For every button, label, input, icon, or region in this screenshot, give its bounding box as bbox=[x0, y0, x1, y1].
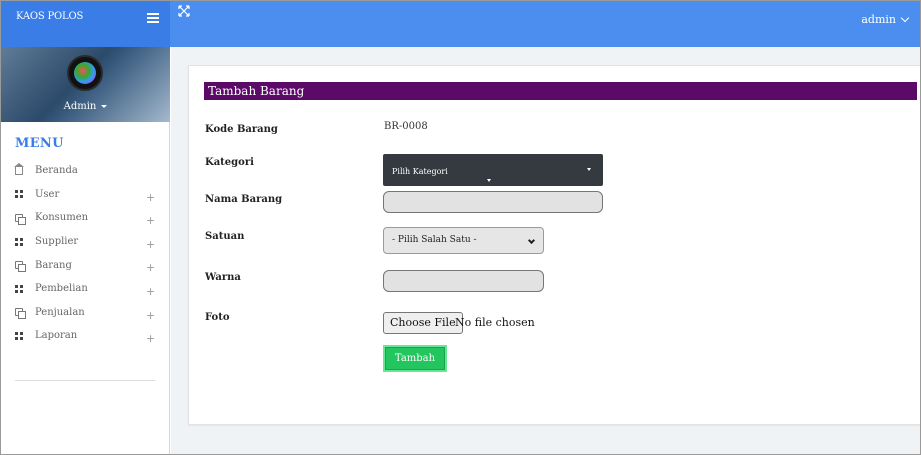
sidebar-nav: Beranda User + Konsumen + Supplier + Bar… bbox=[1, 159, 170, 348]
form-card: Tambah Barang Kode Barang BR-0008 Katego… bbox=[188, 65, 920, 425]
kode-barang-label: Kode Barang bbox=[205, 124, 278, 135]
sidebar-item-label: Laporan bbox=[35, 330, 78, 342]
expand-plus-icon: + bbox=[146, 214, 156, 228]
sidebar-item-beranda[interactable]: Beranda bbox=[1, 159, 170, 183]
grid-icon bbox=[15, 284, 23, 293]
caret-down-icon bbox=[587, 168, 591, 171]
sidebar: Admin MENU Beranda User + Konsumen + Sup… bbox=[1, 47, 170, 454]
sidebar-item-konsumen[interactable]: Konsumen + bbox=[1, 206, 170, 230]
expand-plus-icon: + bbox=[146, 237, 156, 251]
grid-icon bbox=[15, 237, 23, 246]
avatar bbox=[67, 55, 103, 91]
top-navbar: KAOS POLOS admin bbox=[1, 1, 920, 47]
expand-plus-icon: + bbox=[146, 284, 156, 298]
profile-name: Admin bbox=[63, 101, 97, 112]
file-status-text: No file chosen bbox=[455, 316, 535, 329]
warna-label: Warna bbox=[205, 272, 241, 283]
sidebar-item-supplier[interactable]: Supplier + bbox=[1, 230, 170, 254]
expand-plus-icon: + bbox=[146, 190, 156, 204]
menu-heading: MENU bbox=[15, 136, 64, 151]
chevron-down-icon bbox=[900, 13, 910, 23]
kategori-select[interactable]: Pilih Kategori bbox=[383, 154, 603, 186]
grid-icon bbox=[15, 190, 23, 199]
satuan-select[interactable]: - Pilih Salah Satu - bbox=[383, 227, 544, 254]
choose-file-button[interactable]: Choose File bbox=[383, 312, 463, 334]
expand-plus-icon: + bbox=[146, 261, 156, 275]
sidebar-item-laporan[interactable]: Laporan + bbox=[1, 324, 170, 348]
sidebar-item-pembelian[interactable]: Pembelian + bbox=[1, 277, 170, 301]
brand-logo-text[interactable]: KAOS POLOS bbox=[16, 11, 83, 22]
sidebar-item-label: Pembelian bbox=[35, 283, 88, 295]
chevron-down-icon bbox=[527, 236, 536, 245]
warna-input[interactable] bbox=[383, 270, 544, 292]
user-dropdown[interactable]: admin bbox=[861, 13, 910, 26]
expand-plus-icon: + bbox=[146, 308, 156, 322]
sidebar-item-label: Konsumen bbox=[35, 212, 89, 224]
home-icon bbox=[14, 162, 24, 175]
nama-barang-input[interactable] bbox=[383, 191, 603, 213]
tambah-button[interactable]: Tambah bbox=[383, 345, 447, 372]
kategori-selected-value: Pilih Kategori bbox=[392, 167, 448, 176]
sidebar-item-label: Supplier bbox=[35, 236, 79, 248]
window-icon bbox=[15, 261, 26, 273]
user-name: admin bbox=[861, 13, 896, 26]
hamburger-menu-icon[interactable] bbox=[147, 13, 159, 25]
sidebar-item-label: Barang bbox=[35, 259, 72, 271]
window-icon bbox=[15, 213, 26, 225]
form-title: Tambah Barang bbox=[204, 82, 917, 100]
sidebar-item-label: Penjualan bbox=[35, 306, 85, 318]
caret-down-icon bbox=[487, 179, 491, 182]
grid-icon bbox=[15, 331, 23, 340]
kode-barang-value: BR-0008 bbox=[384, 121, 428, 132]
sidebar-item-label: Beranda bbox=[35, 165, 78, 177]
nama-barang-label: Nama Barang bbox=[205, 194, 283, 205]
sidebar-item-penjualan[interactable]: Penjualan + bbox=[1, 301, 170, 325]
sidebar-item-label: User bbox=[35, 188, 60, 200]
kategori-label: Kategori bbox=[205, 157, 254, 168]
profile-dropdown[interactable]: Admin bbox=[1, 101, 170, 112]
satuan-selected-value: - Pilih Salah Satu - bbox=[392, 235, 477, 245]
sidebar-item-barang[interactable]: Barang + bbox=[1, 253, 170, 277]
window-icon bbox=[15, 308, 26, 320]
fullscreen-icon[interactable] bbox=[178, 5, 190, 17]
profile-panel: Admin bbox=[1, 47, 170, 122]
brand-area: KAOS POLOS bbox=[1, 1, 170, 47]
sidebar-divider bbox=[15, 380, 155, 381]
foto-label: Foto bbox=[205, 312, 230, 323]
main-content: Tambah Barang Kode Barang BR-0008 Katego… bbox=[171, 47, 920, 454]
app-window: KAOS POLOS admin Admin MENU Beranda User… bbox=[0, 0, 921, 455]
caret-down-icon bbox=[101, 105, 108, 108]
satuan-label: Satuan bbox=[205, 231, 245, 242]
sidebar-item-user[interactable]: User + bbox=[1, 183, 170, 207]
expand-plus-icon: + bbox=[146, 332, 156, 346]
